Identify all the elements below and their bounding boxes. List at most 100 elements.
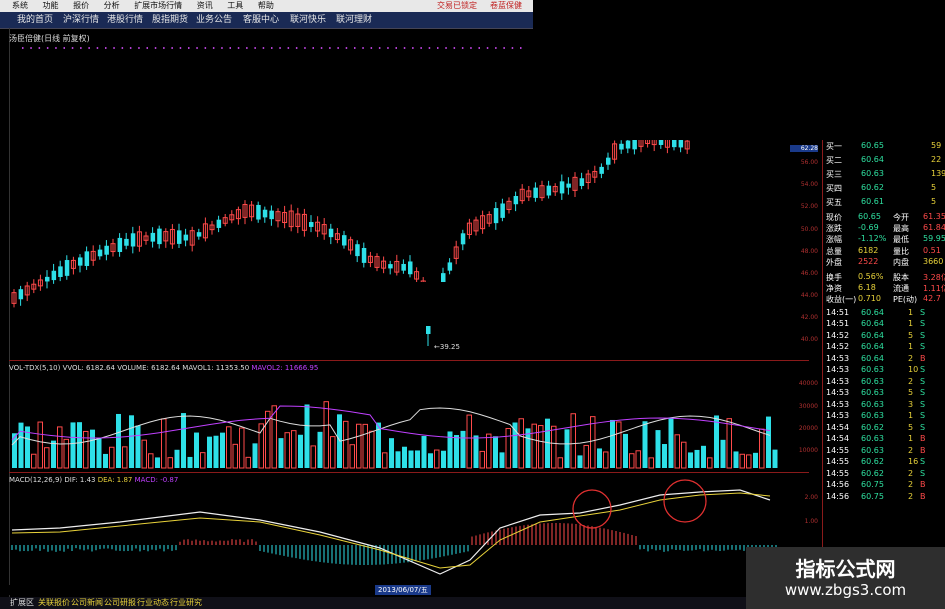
volume-bar-up bbox=[284, 432, 290, 469]
candle-body-down bbox=[18, 289, 24, 300]
marker-dot bbox=[196, 47, 198, 49]
tick-volume: 1 bbox=[908, 307, 914, 317]
tick-price: 60.62 bbox=[861, 457, 884, 467]
volume-bar-down bbox=[753, 452, 758, 468]
tab-extension-area[interactable]: 扩展区 bbox=[10, 597, 34, 609]
volume-bar-down bbox=[733, 451, 739, 468]
marker-dot bbox=[470, 47, 472, 49]
marker-dot bbox=[387, 47, 389, 49]
watermark-title: 指标公式网 bbox=[795, 557, 896, 581]
tab-company-research[interactable]: 公司研报 bbox=[104, 597, 136, 609]
volume-bar-up bbox=[681, 441, 687, 469]
candle-body-down bbox=[262, 209, 268, 218]
marker-dot bbox=[478, 47, 480, 49]
stat-value: 61.84 bbox=[923, 223, 945, 233]
volume-bar-up bbox=[603, 451, 609, 469]
volume-bar-down bbox=[668, 417, 674, 468]
volume-bar-down bbox=[207, 436, 212, 468]
annotation-circle bbox=[663, 479, 707, 523]
stat-value: 2522 bbox=[858, 256, 879, 266]
marker-dot bbox=[121, 47, 124, 49]
volume-bar-down bbox=[395, 451, 401, 468]
macd-axis-label: 1.00 bbox=[804, 518, 818, 525]
redacted-area-top-right bbox=[533, 0, 945, 140]
volume-bar-down bbox=[564, 429, 570, 468]
volume-bar-down bbox=[577, 455, 583, 468]
marker-dot bbox=[370, 47, 373, 49]
volume-bar-down bbox=[460, 430, 466, 468]
marker-dot bbox=[362, 47, 364, 49]
volume-bar-up bbox=[167, 457, 173, 469]
volume-bar-up bbox=[148, 453, 154, 469]
candle-body-down bbox=[130, 233, 136, 247]
volume-bar-up bbox=[570, 413, 576, 469]
tab-industry-research[interactable]: 行业研究 bbox=[170, 597, 202, 609]
candle-body-down bbox=[196, 232, 202, 237]
candle-body-down bbox=[599, 166, 604, 174]
tick-time: 14:55 bbox=[826, 457, 850, 467]
candle-body-down bbox=[500, 203, 505, 218]
tick-price: 60.64 bbox=[861, 330, 884, 340]
volume-bar-down bbox=[694, 449, 700, 468]
marker-dot bbox=[88, 47, 90, 49]
tick-price: 60.63 bbox=[861, 445, 884, 455]
stat-label: 最高 bbox=[893, 224, 909, 234]
volume-bar-down bbox=[129, 415, 134, 468]
candle-body-down bbox=[177, 230, 182, 244]
volume-bar-down bbox=[70, 422, 76, 468]
tick-time: 14:53 bbox=[826, 365, 850, 375]
tab-industry-news[interactable]: 行业动态 bbox=[137, 597, 169, 609]
marker-dot bbox=[30, 47, 32, 49]
volume-bar-up bbox=[382, 452, 388, 469]
volume-bar-up bbox=[674, 434, 680, 469]
marker-dot bbox=[113, 47, 115, 49]
volume-bar-up bbox=[635, 450, 641, 469]
candle-body-down bbox=[150, 232, 156, 242]
selected-date[interactable]: 2013/06/07/五 bbox=[375, 585, 431, 595]
volume-bar-down bbox=[415, 450, 420, 468]
tick-volume: 1 bbox=[908, 411, 914, 421]
volume-bar-down bbox=[213, 435, 219, 468]
volume-bar-down bbox=[512, 422, 518, 468]
price-axis-label: 48.00 bbox=[800, 248, 818, 255]
volume-bar-up bbox=[518, 418, 524, 469]
macd-dif: MACD(12,26,9) DIF: 1.43 bbox=[9, 476, 96, 484]
stat-label: 净资 bbox=[826, 284, 842, 294]
stat-value: 6.18 bbox=[858, 283, 876, 293]
marker-dot bbox=[354, 47, 356, 49]
tab-company-news[interactable]: 公司新闻 bbox=[71, 597, 103, 609]
tick-price: 60.63 bbox=[861, 365, 884, 375]
tick-time: 14:54 bbox=[826, 422, 850, 432]
order-volume: 59 bbox=[931, 141, 942, 150]
stat-label: 外盘 bbox=[826, 257, 842, 267]
marker-dot bbox=[329, 47, 331, 49]
volume-bar-up bbox=[726, 418, 732, 469]
tick-price: 60.63 bbox=[861, 411, 884, 421]
tick-volume: 2 bbox=[908, 353, 914, 363]
volume-bar-up bbox=[109, 446, 115, 469]
marker-dot bbox=[55, 47, 57, 49]
tick-side: B bbox=[920, 491, 926, 501]
candle-body-down bbox=[579, 178, 585, 186]
tab-related-quotes[interactable]: 关联报价 bbox=[38, 597, 70, 609]
order-label: 买一 bbox=[826, 142, 842, 151]
stat-label: 收益(一) bbox=[826, 295, 857, 305]
volume-bar-down bbox=[181, 413, 186, 468]
volume-bar-down bbox=[18, 422, 24, 468]
volume-bar-up bbox=[226, 426, 232, 469]
stat-label: 内盘 bbox=[893, 257, 909, 267]
candle-body-down bbox=[401, 263, 406, 271]
macd-dif-line bbox=[11, 489, 771, 575]
tick-side: S bbox=[920, 468, 926, 478]
order-label: 买五 bbox=[826, 198, 842, 207]
tick-time: 14:56 bbox=[826, 491, 850, 501]
volume-bar-down bbox=[194, 432, 199, 468]
vol-label: VOL-TDX(5,10) VVOL: 6182.64 bbox=[9, 364, 115, 372]
volume-bar-up bbox=[707, 457, 713, 469]
volume-bar-up bbox=[122, 446, 128, 469]
candle-body-down bbox=[533, 187, 538, 198]
stat-label: PE(动) bbox=[893, 295, 918, 305]
volume-bar-up bbox=[349, 444, 355, 469]
order-label: 买三 bbox=[826, 170, 842, 179]
stat-label: 今开 bbox=[893, 213, 909, 222]
